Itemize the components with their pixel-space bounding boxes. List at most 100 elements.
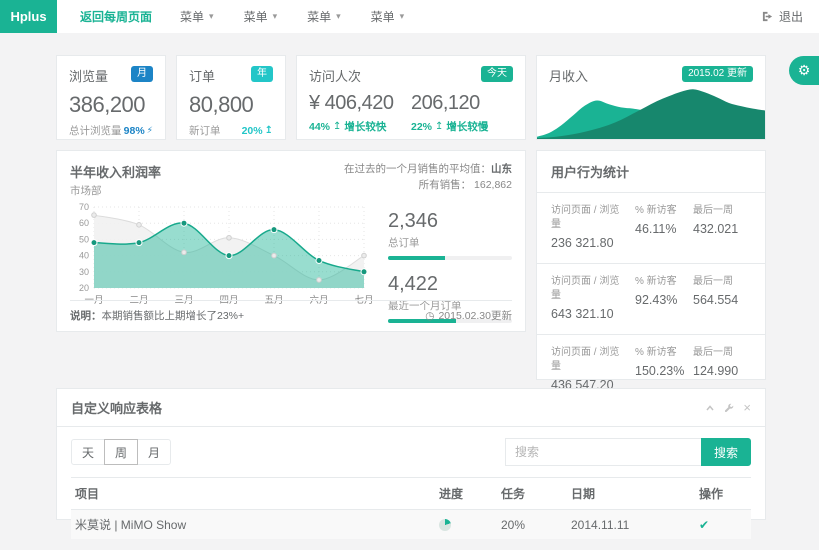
collapse-button[interactable]	[705, 403, 715, 413]
table-row[interactable]: 米莫说 | MiMO Show 20% 2014.11.11 ✔	[71, 510, 751, 540]
total-orders-label: 总订单	[388, 235, 512, 250]
card-value: 80,800	[189, 92, 273, 118]
month-orders-value: 4,422	[388, 273, 512, 296]
menu-dropdown-1[interactable]: 菜单 ▾	[165, 8, 229, 25]
search-input[interactable]	[505, 438, 701, 466]
svg-text:40: 40	[79, 251, 89, 261]
card-value-count: 206,120	[411, 92, 513, 115]
card-title: 访问人次	[309, 66, 361, 85]
level-up-icon: ↥	[265, 125, 273, 136]
col-header-progress: 进度	[435, 478, 497, 510]
new-visitors-label: % 新访客	[635, 275, 693, 289]
footnote-text: 本期销售额比上期增长了23%+	[102, 310, 245, 322]
updated-text: 2015.02.30更新	[438, 308, 512, 323]
period-badge: 今天	[481, 66, 513, 82]
card-title: 月收入	[549, 66, 588, 85]
card-value: 386,200	[69, 92, 153, 118]
caret-down-icon: ▾	[400, 12, 405, 21]
menu-label: 菜单	[307, 8, 331, 25]
panel-title: 半年收入利润率	[70, 162, 161, 181]
last-week-label: 最后一周	[693, 204, 751, 218]
summary-region: 山东	[491, 163, 512, 175]
tab-day[interactable]: 天	[71, 439, 105, 465]
gear-icon: ⚙	[798, 62, 811, 79]
col-header-task: 任务	[497, 478, 567, 510]
level-up-icon: ↥	[333, 121, 341, 132]
bolt-icon: ⚡	[147, 125, 153, 136]
percent-value: 98%	[124, 125, 145, 137]
top-navbar: Hplus 返回每周页面 菜单 ▾ 菜单 ▾ 菜单 ▾ 菜单 ▾ 退出	[0, 0, 819, 33]
visits-label: 访问页面 / 浏览量	[551, 346, 629, 374]
visits-label: 访问页面 / 浏览量	[551, 275, 629, 303]
visits-label: 访问页面 / 浏览量	[551, 204, 629, 232]
svg-text:60: 60	[79, 218, 89, 228]
caret-down-icon: ▾	[336, 12, 341, 21]
growth-note: 增长较慢	[446, 119, 488, 134]
card-title: 订单	[189, 66, 215, 85]
menu-dropdown-2[interactable]: 菜单 ▾	[229, 8, 293, 25]
period-badge: 月	[131, 66, 153, 82]
close-icon[interactable]: ×	[743, 403, 751, 413]
percent-value: 20%	[242, 125, 263, 137]
config-button[interactable]	[724, 403, 734, 413]
wrench-icon	[724, 403, 734, 413]
period-badge: 年	[251, 66, 273, 82]
percent-value: 44%	[309, 121, 330, 133]
theme-settings-button[interactable]: ⚙	[789, 56, 819, 85]
clock-icon: ◷	[425, 310, 434, 322]
panel-title: 自定义响应表格	[71, 398, 162, 417]
menu-dropdown-4[interactable]: 菜单 ▾	[356, 8, 420, 25]
last-week-label: 最后一周	[693, 275, 751, 289]
search-button[interactable]: 搜索	[701, 438, 751, 466]
stat-card-orders: 订单 年 80,800 新订单 20% ↥	[176, 55, 286, 140]
tab-week[interactable]: 周	[104, 439, 138, 465]
monthly-income-chart	[537, 85, 765, 139]
summary-sales-label: 所有销售：	[419, 179, 472, 191]
sign-out-icon	[762, 11, 773, 22]
menu-dropdown-3[interactable]: 菜单 ▾	[292, 8, 356, 25]
svg-text:50: 50	[79, 234, 89, 244]
stat-card-pageviews: 浏览量 月 386,200 总计浏览量 98% ⚡	[56, 55, 166, 140]
cell-date: 2014.11.11	[567, 510, 695, 540]
logout-button[interactable]: 退出	[762, 0, 803, 33]
cell-task: 20%	[497, 510, 567, 540]
pie-progress-icon	[439, 519, 451, 531]
user-stats-row: 访问页面 / 浏览量 643 321.10 % 新访客 92.43% 最后一周 …	[537, 264, 765, 335]
sales-profit-panel: 半年收入利润率 市场部 在过去的一个月销售的平均值：山东 所有销售： 162,8…	[56, 150, 526, 332]
svg-text:20: 20	[79, 283, 89, 293]
user-behavior-panel: 用户行为统计 访问页面 / 浏览量 236 321.80 % 新访客 46.11…	[536, 150, 766, 380]
cell-project: 米莫说 | MiMO Show	[71, 510, 435, 540]
custom-table-panel: 自定义响应表格 × 天 周 月 搜索 项目 进度 任务	[56, 388, 766, 520]
new-visitors-label: % 新访客	[635, 346, 693, 360]
user-stats-row: 访问页面 / 浏览量 236 321.80 % 新访客 46.11% 最后一周 …	[537, 193, 765, 264]
back-home-link[interactable]: 返回每周页面	[67, 8, 165, 25]
card-sub-label: 总计浏览量	[69, 123, 122, 138]
card-sub-label: 新订单	[189, 123, 221, 138]
check-icon[interactable]: ✔	[699, 518, 709, 532]
profit-area-chart: 203040506070一月二月三月四月五月六月七月	[70, 202, 372, 310]
svg-text:30: 30	[79, 267, 89, 277]
stat-card-visitors: 访问人次 今天 ¥ 406,420 44% ↥ 增长较快 206,120 22%…	[296, 55, 526, 140]
last-week-label: 最后一周	[693, 346, 751, 360]
last-week-value: 124.990	[693, 364, 751, 378]
new-visitors-value: 46.11%	[635, 222, 693, 236]
new-visitors-label: % 新访客	[635, 204, 693, 218]
panel-subtitle: 市场部	[70, 183, 161, 198]
footnote-label: 说明：	[70, 310, 102, 322]
new-visitors-value: 150.23%	[635, 364, 693, 378]
growth-note: 增长较快	[344, 119, 386, 134]
caret-down-icon: ▾	[209, 12, 214, 21]
visits-value: 643 321.10	[551, 307, 629, 321]
percent-value: 22%	[411, 121, 432, 133]
brand-logo[interactable]: Hplus	[0, 0, 57, 33]
new-visitors-value: 92.43%	[635, 293, 693, 307]
caret-down-icon: ▾	[273, 12, 278, 21]
svg-text:70: 70	[79, 202, 89, 212]
menu-label: 菜单	[180, 8, 204, 25]
tab-month[interactable]: 月	[137, 439, 171, 465]
summary-prefix: 在过去的一个月销售的平均值：	[344, 163, 491, 175]
col-header-date: 日期	[567, 478, 695, 510]
menu-label: 菜单	[371, 8, 395, 25]
menu-label: 菜单	[244, 8, 268, 25]
card-title: 浏览量	[69, 66, 108, 85]
